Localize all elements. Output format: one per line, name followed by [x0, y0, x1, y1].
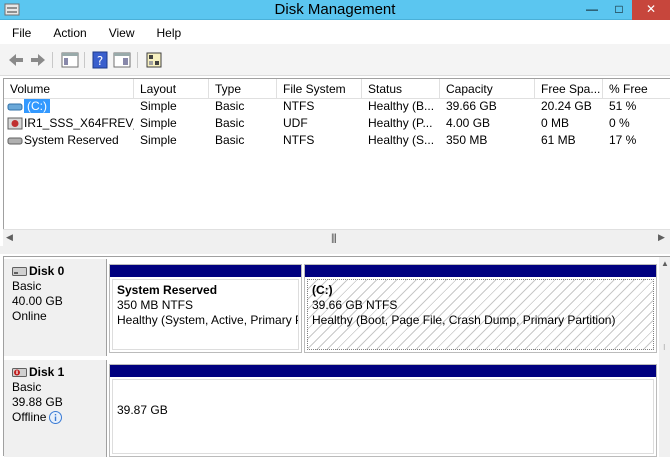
close-icon: ✕ — [645, 2, 657, 16]
menu-file[interactable]: File — [0, 21, 41, 45]
toolbar-separator — [52, 52, 53, 68]
column-layout[interactable]: Layout — [134, 79, 209, 99]
status-cell: Healthy (B... — [368, 99, 435, 113]
type-cell: Basic — [215, 133, 245, 147]
column-status[interactable]: Status — [362, 79, 440, 99]
volume-list-header: Volume Layout Type File System Status Ca… — [4, 79, 670, 99]
properties-icon[interactable] — [112, 50, 132, 70]
column-percent-free[interactable]: % Free — [603, 79, 670, 99]
partition-size: 39.66 GB NTFS — [312, 298, 398, 312]
partition-unallocated[interactable]: 39.87 GB — [109, 364, 657, 457]
menu-action[interactable]: Action — [41, 21, 96, 45]
partition-status: Healthy (System, Active, Primary P — [117, 313, 299, 327]
partition-system-reserved[interactable]: System Reserved 350 MB NTFS Healthy (Sys… — [109, 264, 302, 353]
back-icon[interactable] — [6, 50, 26, 70]
scroll-right-icon[interactable]: ▶ — [658, 232, 665, 243]
status-cell: Healthy (S... — [368, 133, 435, 147]
scroll-grip-icon[interactable]: ⁝ — [663, 343, 666, 352]
scroll-up-icon[interactable]: ▲ — [661, 259, 669, 268]
scroll-left-icon[interactable]: ◀ — [6, 232, 13, 243]
partition-header-bar — [110, 365, 656, 377]
volume-name: (C:) — [24, 99, 50, 113]
window-title: Disk Management — [274, 1, 396, 18]
disk-type: Basic — [12, 279, 42, 293]
vertical-scrollbar[interactable]: ▲ ⁝ — [659, 257, 670, 457]
disk-name: Disk 0 — [29, 264, 65, 278]
volume-list: Volume Layout Type File System Status Ca… — [3, 78, 670, 246]
partition-c-drive[interactable]: (C:) 39.66 GB NTFS Healthy (Boot, Page F… — [304, 264, 657, 353]
info-icon[interactable] — [49, 411, 63, 424]
status-cell: Healthy (P... — [368, 116, 433, 130]
percent-free-cell: 51 % — [609, 99, 637, 113]
type-cell: Basic — [215, 99, 245, 113]
percent-free-cell: 17 % — [609, 133, 637, 147]
disk-status: Offline — [12, 410, 47, 424]
disk-icon — [12, 267, 27, 276]
maximize-button[interactable]: □ — [606, 0, 632, 20]
disk-type: Basic — [12, 380, 42, 394]
toolbar-separator — [84, 52, 85, 68]
menu-view[interactable]: View — [97, 21, 145, 45]
menu-help[interactable]: Help — [145, 21, 192, 45]
partition-header-bar — [110, 265, 301, 277]
file-system-cell: NTFS — [283, 133, 315, 147]
minimize-icon: — — [586, 2, 598, 16]
settings-icon[interactable] — [144, 50, 164, 70]
column-capacity[interactable]: Capacity — [440, 79, 535, 99]
disk-name: Disk 1 — [29, 365, 65, 379]
percent-free-cell: 0 % — [609, 116, 630, 130]
column-type[interactable]: Type — [209, 79, 277, 99]
disk-0-label[interactable]: Disk 0 Basic 40.00 GB Online — [4, 259, 107, 356]
scroll-thumb[interactable]: ||| — [331, 233, 337, 244]
volume-name: System Reserved — [24, 133, 119, 147]
partition-size: 39.87 GB — [117, 403, 168, 417]
free-space-cell: 0 MB — [541, 116, 570, 130]
capacity-cell: 4.00 GB — [446, 116, 491, 130]
partition-title: System Reserved — [117, 283, 218, 297]
horizontal-scrollbar[interactable]: ◀ ||| ▶ — [3, 229, 670, 246]
column-volume[interactable]: Volume — [4, 79, 134, 99]
forward-icon[interactable] — [28, 50, 48, 70]
layout-cell: Simple — [140, 116, 177, 130]
capacity-cell: 39.66 GB — [446, 99, 497, 113]
title-bar: Disk Management — □ ✕ — [0, 0, 670, 20]
partition-status: Healthy (Boot, Page File, Crash Dump, Pr… — [312, 313, 616, 327]
table-row[interactable]: System Reserved Simple Basic NTFS Health… — [4, 132, 670, 149]
file-system-cell: UDF — [283, 116, 308, 130]
minimize-button[interactable]: — — [579, 0, 605, 20]
type-cell: Basic — [215, 116, 245, 130]
partition-size: 350 MB NTFS — [117, 298, 194, 312]
svg-text:?: ? — [97, 54, 103, 68]
free-space-cell: 20.24 GB — [541, 99, 592, 113]
layout-cell: Simple — [140, 133, 177, 147]
show-pane-icon[interactable] — [60, 50, 80, 70]
column-free-space[interactable]: Free Spa... — [535, 79, 603, 99]
disk-1-label[interactable]: Disk 1 Basic 39.88 GB Offline — [4, 360, 107, 457]
maximize-icon: □ — [615, 2, 623, 16]
menu-bar: File Action View Help — [0, 21, 670, 43]
offline-disk-icon — [12, 368, 27, 377]
disk-size: 39.88 GB — [12, 395, 63, 409]
column-file-system[interactable]: File System — [277, 79, 362, 99]
volume-name: IR1_SSS_X64FREV_... — [24, 116, 134, 130]
toolbar: ? — [0, 44, 670, 76]
table-row[interactable]: (C:) Simple Basic NTFS Healthy (B... 39.… — [4, 98, 670, 115]
capacity-cell: 350 MB — [446, 133, 488, 147]
table-row[interactable]: IR1_SSS_X64FREV_... Simple Basic UDF Hea… — [4, 115, 670, 132]
file-system-cell: NTFS — [283, 99, 315, 113]
disk-status: Online — [12, 309, 47, 323]
toolbar-separator — [137, 52, 138, 68]
disk-pane: Disk 0 Basic 40.00 GB Online System Rese… — [3, 256, 670, 457]
close-button[interactable]: ✕ — [632, 0, 670, 20]
help-icon[interactable]: ? — [90, 50, 110, 70]
disk-size: 40.00 GB — [12, 294, 63, 308]
partition-title: (C:) — [312, 283, 333, 297]
pane-splitter[interactable] — [0, 246, 670, 254]
partition-header-bar — [305, 265, 656, 277]
free-space-cell: 61 MB — [541, 133, 576, 147]
layout-cell: Simple — [140, 99, 177, 113]
